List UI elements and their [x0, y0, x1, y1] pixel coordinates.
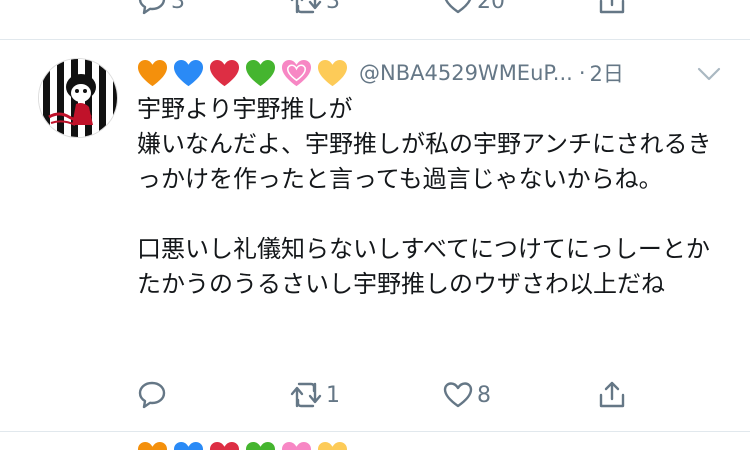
tweet-divider	[0, 39, 750, 40]
user-handle[interactable]: @NBA4529WMEuP...	[359, 61, 573, 85]
reply-icon	[138, 0, 166, 15]
reply-button[interactable]: 3	[137, 0, 185, 16]
retweet-count: 3	[326, 0, 340, 14]
share-icon	[599, 0, 625, 14]
display-name[interactable]	[137, 58, 353, 89]
reply-button[interactable]	[137, 380, 171, 410]
avatar[interactable]	[38, 58, 118, 138]
green-heart-icon	[245, 441, 276, 450]
like-icon	[444, 0, 472, 14]
previous-tweet-actions: 3 3 20	[0, 0, 750, 20]
orange-heart-icon	[137, 59, 168, 86]
like-count: 20	[477, 0, 505, 14]
tweet-header: @NBA4529WMEuP... · 2日	[137, 56, 624, 90]
handle-time-separator: ·	[578, 61, 586, 85]
next-tweet-display-name[interactable]	[137, 440, 353, 450]
tweet-timestamp[interactable]: 2日	[590, 58, 624, 88]
chevron-down-icon[interactable]	[696, 64, 722, 84]
sparkling-pink-heart-icon	[281, 59, 312, 86]
sparkling-pink-heart-icon	[281, 441, 312, 450]
like-count: 8	[477, 382, 491, 408]
green-heart-icon	[245, 59, 276, 86]
share-button[interactable]	[597, 380, 627, 410]
retweet-button[interactable]: 3	[290, 0, 340, 16]
blue-heart-icon	[173, 59, 204, 86]
retweet-icon	[290, 0, 322, 14]
like-button[interactable]: 8	[443, 380, 491, 410]
like-icon	[443, 382, 473, 408]
red-heart-icon	[209, 59, 240, 86]
red-heart-icon	[209, 441, 240, 450]
avatar-image	[39, 59, 117, 137]
retweet-icon	[290, 382, 322, 408]
orange-heart-icon	[137, 441, 168, 450]
yellow-heart-icon	[317, 59, 348, 86]
share-icon	[599, 381, 625, 408]
tweet-divider	[0, 431, 750, 432]
share-button[interactable]	[597, 0, 627, 16]
retweet-button[interactable]: 1	[290, 380, 340, 410]
reply-count: 3	[171, 0, 185, 14]
reply-icon	[138, 381, 166, 409]
yellow-heart-icon	[317, 441, 348, 450]
tweet-text: 宇野より宇野推しが 嫌いなんだよ、宇野推しが私の宇野アンチにされるきっかけを作っ…	[137, 95, 712, 298]
retweet-count: 1	[326, 382, 340, 408]
blue-heart-icon	[173, 441, 204, 450]
like-button[interactable]: 20	[443, 0, 505, 16]
